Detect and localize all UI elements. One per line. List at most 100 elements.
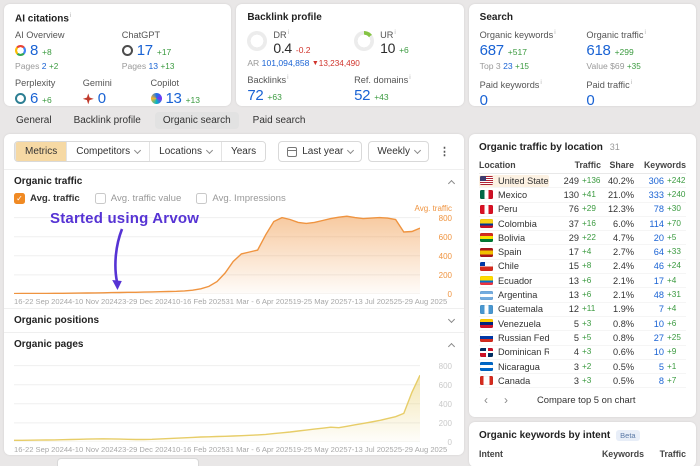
tab[interactable]: Paid search (245, 112, 314, 129)
location-row[interactable]: Venezuela 5+3 0.8% 10+6 (479, 317, 686, 331)
section-title: Organic pages (14, 339, 83, 350)
segment-button[interactable]: Competitors (66, 142, 149, 161)
chevron-down-icon (414, 147, 421, 154)
location-row[interactable]: Peru 76+29 12.3% 78+30 (479, 203, 686, 217)
info-icon: i (70, 12, 71, 19)
collapse-icon[interactable] (448, 343, 455, 350)
location-row[interactable]: Chile 15+8 2.4% 46+24 (479, 260, 686, 274)
url-rating-metric: URi 10+6 (354, 29, 453, 56)
chart-toolbar: MetricsCompetitorsLocationsYears Last ye… (4, 134, 464, 170)
segment-button[interactable]: Metrics (15, 142, 66, 161)
location-row[interactable]: Colombia 37+16 6.0% 114+70 (479, 217, 686, 231)
chevron-down-icon (206, 147, 213, 154)
organic-search-panel: MetricsCompetitorsLocationsYears Last ye… (4, 134, 464, 455)
ai-citation-metric: Gemini 0 Pages 0 (83, 78, 151, 106)
cutoff-element (57, 458, 199, 466)
location-row[interactable]: United States 249+136 40.2% 306+242 (479, 174, 686, 188)
location-row[interactable]: Ecuador 13+6 2.1% 17+4 (479, 274, 686, 288)
ai-citation-metric: Perplexity 6 +6 Pages 5 +5 (15, 78, 83, 106)
organic-pages-plot[interactable]: 8006004002000 (14, 358, 420, 442)
location-row[interactable]: Mexico 130+41 21.0% 333+240 (479, 188, 686, 202)
organic-traffic-metric: Organic traffici 618+299 Value $69 +35 (586, 29, 685, 71)
tab[interactable]: Organic search (155, 112, 239, 129)
down-triangle-icon: ▼ (312, 60, 319, 67)
ai-citations-card: AI citationsi AI Overview 8 +8 Pages 2 +… (4, 4, 231, 106)
country-flag-icon (480, 176, 493, 185)
country-flag-icon (480, 248, 493, 257)
info-icon: i (409, 74, 410, 81)
overview-tabs: General Backlink profile Organic search Pai… (4, 108, 696, 132)
info-icon: i (288, 29, 289, 36)
chart-legend: Avg. traffic Avg. traffic value Avg. Imp… (4, 191, 464, 208)
location-row[interactable]: Argentina 13+6 2.1% 48+31 (479, 288, 686, 302)
x-tick-label: 10-16 Feb 2025 (172, 445, 226, 454)
chatgpt-icon (122, 45, 133, 56)
location-row[interactable]: Russian Federation 5+5 0.8% 27+25 (479, 331, 686, 345)
expand-icon[interactable] (448, 316, 455, 323)
country-flag-icon (480, 205, 493, 214)
location-row[interactable]: Guatemala 12+11 1.9% 7+4 (479, 303, 686, 317)
checkbox-icon (95, 193, 106, 204)
info-icon: i (631, 79, 632, 86)
calendar-icon (287, 147, 297, 157)
location-row[interactable]: Bolivia 29+22 4.7% 20+5 (479, 231, 686, 245)
ai-citation-metric: AI Overview 8 +8 Pages 2 +2 (15, 30, 122, 71)
segment-button[interactable]: Years (221, 142, 265, 161)
country-flag-icon (480, 219, 493, 228)
x-tick-label: 31 Mar - 6 Apr 2025 (226, 445, 293, 454)
location-row[interactable]: Dominican Republic 4+3 0.6% 10+9 (479, 346, 686, 360)
panel-title: Organic traffic by location (479, 142, 603, 153)
annotation-arrow-icon (106, 227, 130, 291)
organic-pages-section-header: Organic pages (4, 332, 464, 356)
legend-checkbox-item[interactable]: Avg. traffic value (95, 193, 182, 204)
metrics-segmented-control: MetricsCompetitorsLocationsYears (14, 141, 266, 162)
ai-citations-row-2: Perplexity 6 +6 Pages 5 +5 Gemini 0 (15, 78, 220, 106)
location-row[interactable]: Nicaragua 3+2 0.5% 5+1 (479, 360, 686, 374)
x-tick-label: 10-16 Feb 2025 (172, 297, 226, 306)
next-page-button[interactable]: › (501, 395, 511, 405)
country-flag-icon (480, 376, 493, 385)
granularity-button[interactable]: Weekly (368, 141, 429, 162)
google-icon (15, 45, 26, 56)
chevron-down-icon (134, 147, 141, 154)
traffic-by-location-panel: Organic traffic by location 31 Location … (469, 134, 696, 417)
tab[interactable]: Backlink profile (66, 112, 149, 129)
x-tick-label: 16-22 Sep 2024 (14, 445, 68, 454)
x-tick-label: 23-29 Dec 2024 (118, 297, 172, 306)
country-flag-icon (480, 233, 493, 242)
info-icon: i (644, 29, 645, 36)
locations-pager: ‹ › Compare top 5 on chart (479, 388, 686, 405)
country-flag-icon (480, 276, 493, 285)
perplexity-icon (15, 93, 26, 104)
compare-top5-link[interactable]: Compare top 5 on chart (537, 394, 636, 405)
info-icon: i (540, 79, 541, 86)
location-row[interactable]: Canada 3+3 0.5% 8+7 (479, 374, 686, 388)
organic-traffic-section-header: Organic traffic (4, 170, 464, 191)
country-flag-icon (480, 333, 493, 342)
section-title: Organic positions (14, 315, 99, 326)
checkbox-icon (14, 193, 25, 204)
ai-citations-row-1: AI Overview 8 +8 Pages 2 +2 ChatGPT 17 + (15, 30, 220, 71)
legend-checkbox-item[interactable]: Avg. traffic (14, 193, 80, 204)
x-tick-label: 7-13 Jul 2025 (348, 445, 394, 454)
location-count: 31 (610, 142, 620, 152)
backlink-profile-card: Backlink profile DRi 0.4-0.2 URi 10+6 (236, 4, 463, 106)
backlink-profile-title: Backlink profile (247, 12, 452, 23)
collapse-icon[interactable] (448, 180, 455, 187)
prev-page-button[interactable]: ‹ (481, 395, 491, 405)
segment-button[interactable]: Locations (149, 142, 221, 161)
locations-table-header: Location Traffic Share Keywords (479, 155, 686, 174)
search-title: Search (480, 12, 685, 23)
ur-donut-icon (354, 31, 374, 51)
country-flag-icon (480, 305, 493, 314)
organic-keywords-metric: Organic keywordsi 687+517 Top 3 23 +15 (480, 29, 587, 71)
kebab-menu-icon[interactable]: ⋮ (435, 145, 454, 158)
organic-positions-section-header: Organic positions (4, 308, 464, 332)
location-row[interactable]: Spain 17+4 2.7% 64+33 (479, 245, 686, 259)
tab[interactable]: General (8, 112, 60, 129)
date-range-button[interactable]: Last year (278, 141, 362, 162)
x-tick-label: 19-25 May 2025 (293, 297, 348, 306)
legend-checkbox-item[interactable]: Avg. Impressions (196, 193, 285, 204)
country-flag-icon (480, 362, 493, 371)
backlinks-metric: Backlinksi 72+63 All time 95 (247, 74, 354, 106)
